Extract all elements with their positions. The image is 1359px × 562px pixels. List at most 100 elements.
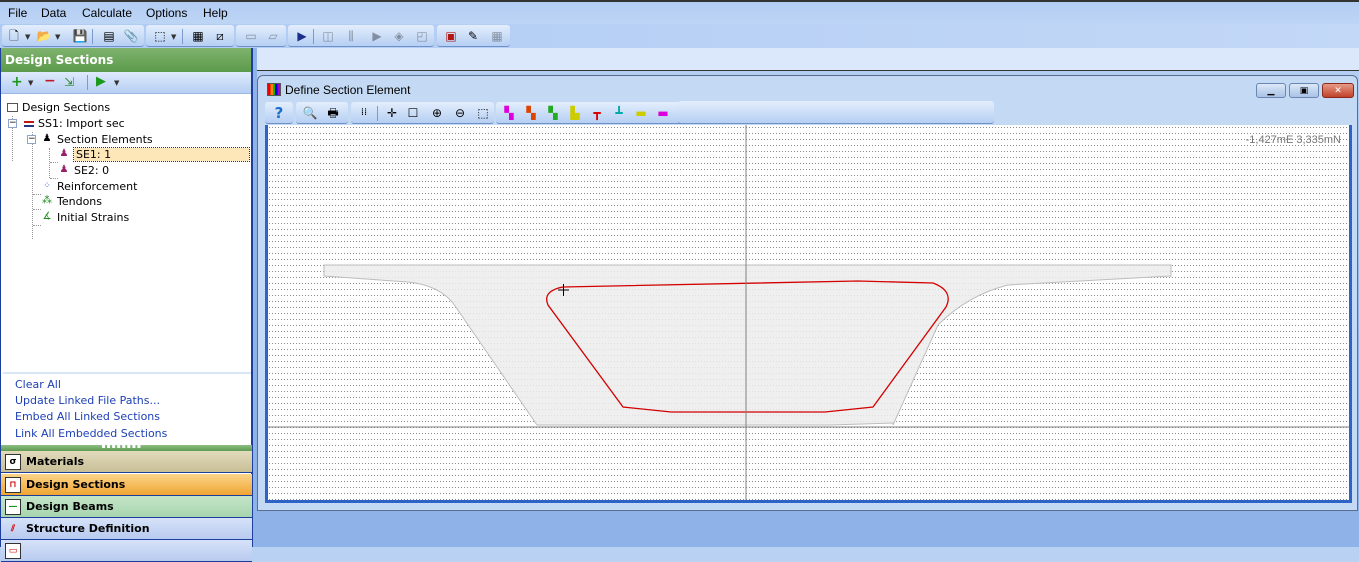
strain-icon: ∡ — [42, 211, 52, 222]
nav-structure-definition[interactable]: ⫽ Structure Definition — [1, 518, 252, 540]
run-dropdown-icon[interactable]: ▼ — [114, 79, 119, 87]
rectangle-icon[interactable]: ☐ — [405, 105, 421, 121]
menu-help[interactable]: Help — [203, 6, 228, 20]
tendons-icon: ⁂ — [42, 195, 52, 206]
zoom-out-icon[interactable]: ⊖ — [452, 105, 468, 121]
add-dropdown-icon[interactable]: ▼ — [28, 79, 33, 87]
add-i-shape-icon[interactable]: ┻ — [611, 105, 627, 121]
close-button[interactable]: ✕ — [1322, 83, 1354, 98]
new-dropdown-icon[interactable]: ▼ — [25, 33, 30, 41]
section-canvas[interactable]: -1,427mE 3,335mN — [265, 125, 1352, 503]
tree-line — [33, 194, 41, 195]
tree-node-reinforcement[interactable]: ⁘ Reinforcement — [41, 179, 137, 193]
separator — [377, 106, 378, 121]
element-icon: ♟ — [59, 148, 69, 159]
add-point-icon[interactable]: ▬ — [633, 105, 649, 121]
import-tree-icon[interactable]: ⇲ — [64, 75, 74, 89]
save-icon[interactable]: 💾 — [72, 28, 88, 44]
element-group-icon: ♟ — [42, 133, 52, 144]
help-icon[interactable]: ? — [271, 105, 287, 121]
tree-line — [33, 225, 41, 226]
grid-dots-icon[interactable]: ⁞⁞ — [356, 105, 372, 121]
print-icon[interactable]: 🖶 — [325, 105, 341, 121]
materials-icon: σ — [5, 453, 21, 470]
results-chart-icon[interactable]: ◫ — [320, 28, 336, 44]
tree-node-se1[interactable]: ♟ SE1: 1 — [58, 146, 250, 162]
collapse-ss1-toggle[interactable]: − — [8, 119, 17, 128]
separator — [87, 75, 88, 90]
nav-design-beams[interactable]: — Design Beams — [1, 496, 252, 518]
design-sections-icon: ⊓ — [5, 476, 21, 493]
tree-node-initial-strains[interactable]: ∡ Initial Strains — [41, 210, 130, 224]
menu-calculate[interactable]: Calculate — [82, 6, 132, 20]
zoom-in-icon[interactable]: ⊕ — [429, 105, 445, 121]
add-icon[interactable]: + — [11, 74, 23, 90]
select-mode-icon[interactable]: ⬚ — [152, 28, 168, 44]
window-title: Define Section Element — [285, 83, 411, 97]
nav-materials[interactable]: σ Materials — [1, 451, 252, 473]
minimize-button[interactable]: ▁ — [1256, 83, 1286, 98]
add-shape-green-icon[interactable]: ▚ — [545, 105, 561, 121]
tree-node-se2[interactable]: ♟ SE2: 0 — [58, 163, 110, 177]
add-t-shape-icon[interactable]: ┳ — [589, 105, 605, 121]
graph-icon[interactable]: ◰ — [414, 28, 430, 44]
print-group: 🔍 🖶 — [296, 102, 348, 124]
materials-library-icon[interactable]: ▣ — [443, 28, 459, 44]
menu-options[interactable]: Options — [146, 6, 187, 20]
attach-icon[interactable]: 📎 — [123, 28, 139, 44]
add-l-shape-icon[interactable]: ▙ — [567, 105, 583, 121]
maximize-button[interactable]: ▣ — [1289, 83, 1319, 98]
embed-linked-sections-link[interactable]: Embed All Linked Sections — [15, 410, 160, 423]
select-mode-dropdown-icon[interactable]: ▼ — [171, 33, 176, 41]
tree-node-section-elements[interactable]: ♟ Section Elements — [41, 132, 153, 146]
panel-title: Design Sections — [1, 48, 251, 72]
run-icon[interactable]: ▶ — [294, 28, 310, 44]
tree-line — [49, 148, 50, 178]
run-section-icon[interactable]: ▶ — [96, 74, 106, 89]
tree-line — [32, 132, 33, 239]
pan-icon[interactable]: ✛ — [384, 105, 400, 121]
print-preview-icon[interactable]: 🔍 — [302, 105, 318, 121]
tree-node-ss1[interactable]: SS1: Import sec — [24, 116, 125, 130]
structure-definition-icon: ⫽ — [10, 523, 15, 534]
new-icon[interactable]: 🗋 — [6, 28, 22, 44]
element-icon: ♟ — [59, 164, 69, 175]
surface-icon[interactable]: ▱ — [265, 28, 281, 44]
tree-node-design-sections[interactable]: Design Sections — [7, 100, 110, 114]
menu-bar: File Data Calculate Options Help — [0, 0, 1359, 24]
add-shape-red-icon[interactable]: ▚ — [523, 105, 539, 121]
collapse-elements-toggle[interactable]: − — [27, 135, 36, 144]
update-linked-paths-link[interactable]: Update Linked File Paths... — [15, 394, 160, 407]
nav-more[interactable]: ▭ — [1, 540, 252, 562]
open-folder-dropdown-icon[interactable]: ▼ — [55, 33, 60, 41]
zoom-extents-icon[interactable]: ⬚ — [475, 105, 491, 121]
clear-all-link[interactable]: Clear All — [15, 378, 61, 391]
grid-view-icon[interactable]: ▦ — [190, 28, 206, 44]
app-icon — [267, 83, 281, 96]
menu-file[interactable]: File — [8, 6, 27, 20]
table-icon[interactable]: ▦ — [489, 28, 505, 44]
design-sections-panel: Design Sections + ▼ − ⇲ ▶ ▼ Design Secti… — [0, 48, 253, 562]
tree-node-tendons[interactable]: ⁂ Tendons — [41, 194, 102, 208]
help-group: ? — [265, 102, 293, 124]
separator — [92, 29, 93, 44]
play-icon[interactable]: ▶ — [369, 28, 385, 44]
calculator-icon[interactable]: ▤ — [101, 28, 117, 44]
nav-design-sections[interactable]: ⊓ Design Sections — [1, 474, 252, 496]
report-icon[interactable]: ◈ — [391, 28, 407, 44]
signal-icon[interactable]: ⫼ — [343, 28, 359, 44]
link-embedded-sections-link[interactable]: Link All Embedded Sections — [15, 427, 167, 440]
section-tree: Design Sections − SS1: Import sec − ♟ Se… — [1, 94, 251, 370]
restore-icon: ▣ — [1299, 85, 1309, 96]
open-folder-icon[interactable]: 📂 — [36, 28, 52, 44]
add-shape-magenta-icon[interactable]: ▚ — [501, 105, 517, 121]
close-icon: ✕ — [1334, 85, 1342, 96]
menu-data[interactable]: Data — [41, 6, 66, 20]
coordinate-readout: -1,427mE 3,335mN — [1245, 134, 1341, 146]
remove-icon[interactable]: − — [44, 73, 56, 89]
diagonal-grid-icon[interactable]: ⧄ — [212, 28, 228, 44]
remove-point-icon[interactable]: ▬ — [655, 105, 671, 121]
section-view-icon[interactable]: ▭ — [243, 28, 259, 44]
section-drawing — [268, 125, 1349, 500]
edit-notes-icon[interactable]: ✎ — [465, 28, 481, 44]
